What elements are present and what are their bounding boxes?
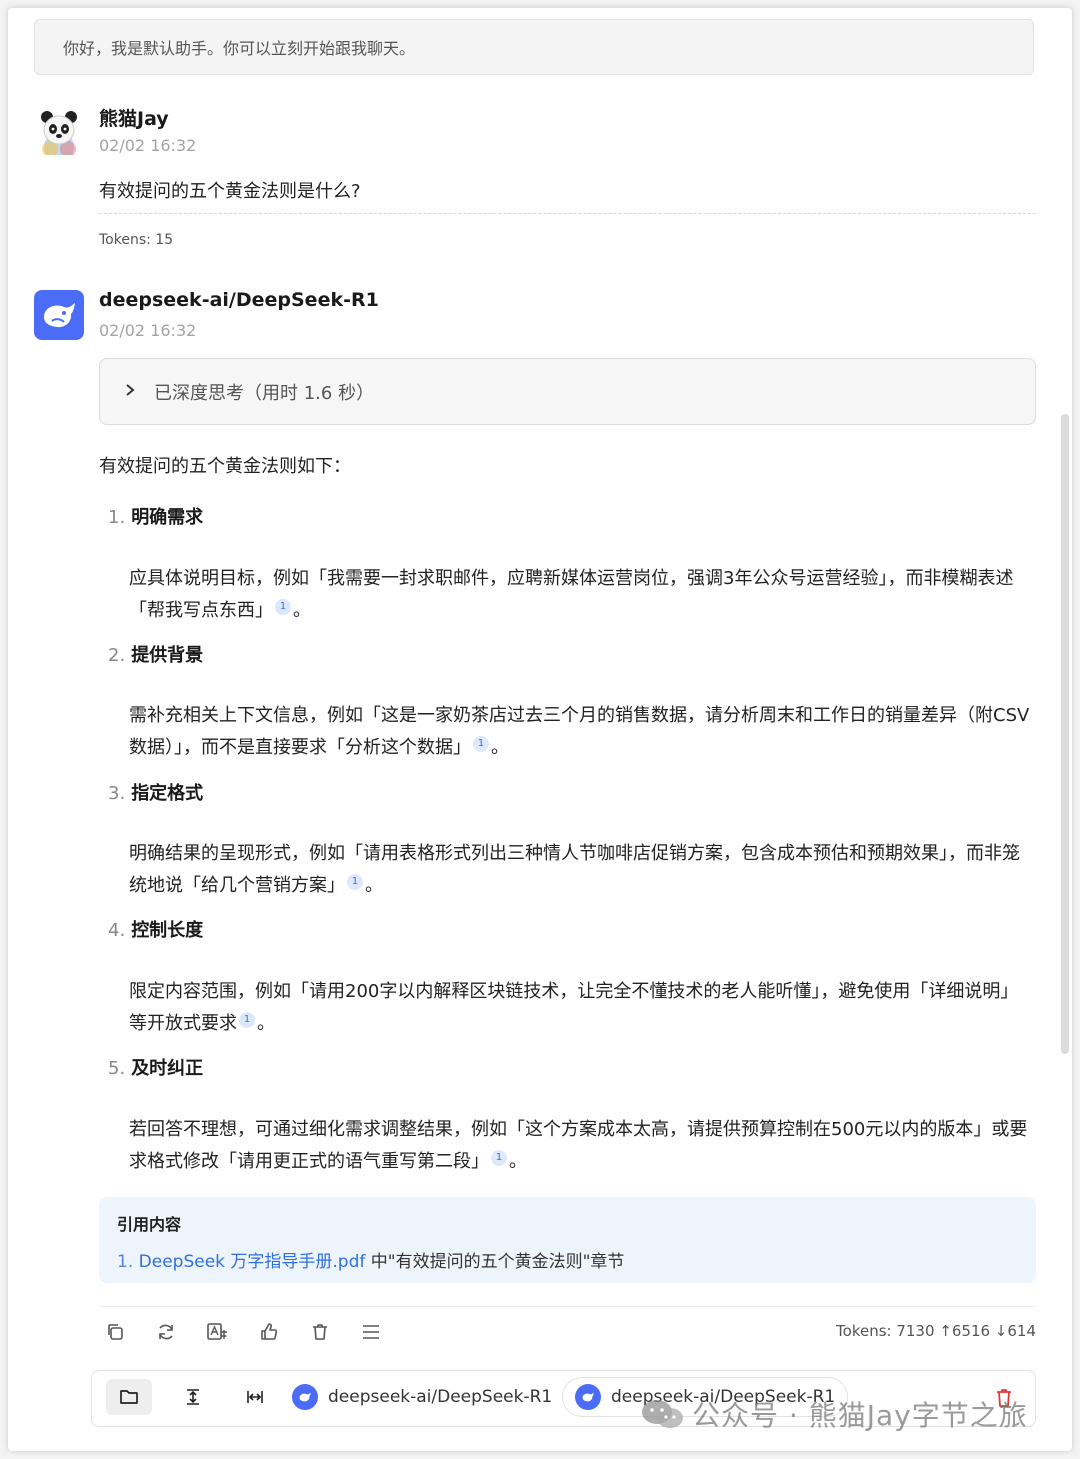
divider [99,213,1036,214]
scrollbar[interactable] [1061,414,1069,1054]
menu-icon[interactable] [359,1320,383,1344]
list-item-body: 明确结果的呈现形式，例如「请用表格形式列出三种情人节咖啡店促销方案，包含成本预估… [129,843,1020,896]
list-item-body: 需补充相关上下文信息，例如「这是一家奶茶店过去三个月的销售数据，请分析周末和工作… [129,705,1030,758]
message-actions-divider [99,1306,1036,1307]
deepseek-logo-icon [575,1384,601,1410]
text-width-icon[interactable] [232,1379,278,1415]
watermark: 公众号 · 熊猫Jay字节之旅 [640,1394,1028,1434]
citation-badge[interactable]: 1 [473,736,489,752]
user-avatar[interactable] [34,105,84,155]
delete-icon[interactable] [308,1320,332,1344]
assistant-name: deepseek-ai/DeepSeek-R1 [99,289,379,311]
list-item-body: 应具体说明目标，例如「我需要一封求职邮件，应聘新媒体运营岗位，强调3年公众号运营… [129,568,1014,621]
thinking-label: 已深度思考（用时 1.6 秒） [154,382,375,404]
chat-window: 你好，我是默认助手。你可以立刻开始跟我聊天。 熊猫Jay 02/02 16:32… [8,8,1072,1451]
answer-intro: 有效提问的五个黄金法则如下： [99,456,351,477]
list-item-title: 1. 明确需求 [108,507,204,528]
thinking-toggle[interactable]: 已深度思考（用时 1.6 秒） [99,358,1036,425]
citation-badge[interactable]: 1 [491,1150,507,1166]
assistant-tokens: Tokens: 7130 ↑6516 ↓614 [836,1322,1036,1340]
translate-icon[interactable] [205,1320,229,1344]
list-item-title: 5. 及时纠正 [108,1058,204,1079]
list-item-title: 4. 控制长度 [108,920,204,941]
model-name: deepseek-ai/DeepSeek-R1 [328,1387,553,1407]
list-item-body: 限定内容范围，例如「请用200字以内解释区块链技术，让完全不懂技术的老人能听懂」… [129,981,1019,1034]
list-item-title: 2. 提供背景 [108,645,204,666]
reference-link[interactable]: DeepSeek 万字指导手册.pdf [139,1252,366,1272]
chevron-right-icon [124,381,136,402]
model-selector[interactable]: deepseek-ai/DeepSeek-R1 [292,1377,552,1417]
references-panel: 引用内容 1. DeepSeek 万字指导手册.pdf 中"有效提问的五个黄金法… [99,1197,1036,1283]
folder-icon[interactable] [106,1379,152,1415]
copy-icon[interactable] [103,1320,127,1344]
thumbs-up-icon[interactable] [257,1320,281,1344]
list-item-title: 3. 指定格式 [108,783,204,804]
wechat-icon [642,1400,683,1428]
citation-badge[interactable]: 1 [275,599,291,615]
deepseek-logo-icon [34,290,84,340]
user-message-text: 有效提问的五个黄金法则是什么? [99,181,361,202]
references-title: 引用内容 [117,1215,182,1234]
user-message-time: 02/02 16:32 [99,136,197,155]
assistant-message-time: 02/02 16:32 [99,321,197,340]
citation-badge[interactable]: 1 [347,874,363,890]
greeting-message: 你好，我是默认助手。你可以立刻开始跟我聊天。 [34,19,1034,75]
reference-item: 1. DeepSeek 万字指导手册.pdf 中"有效提问的五个黄金法则"章节 [117,1252,625,1272]
citation-badge[interactable]: 1 [239,1012,255,1028]
user-name: 熊猫Jay [99,108,169,130]
list-item-body: 若回答不理想，可通过细化需求调整结果，例如「这个方案成本太高，请提供预算控制在5… [129,1119,1028,1172]
regenerate-icon[interactable] [154,1320,178,1344]
deepseek-logo-icon [292,1384,318,1410]
text-height-icon[interactable] [170,1379,216,1415]
user-tokens: Tokens: 15 [99,232,174,248]
